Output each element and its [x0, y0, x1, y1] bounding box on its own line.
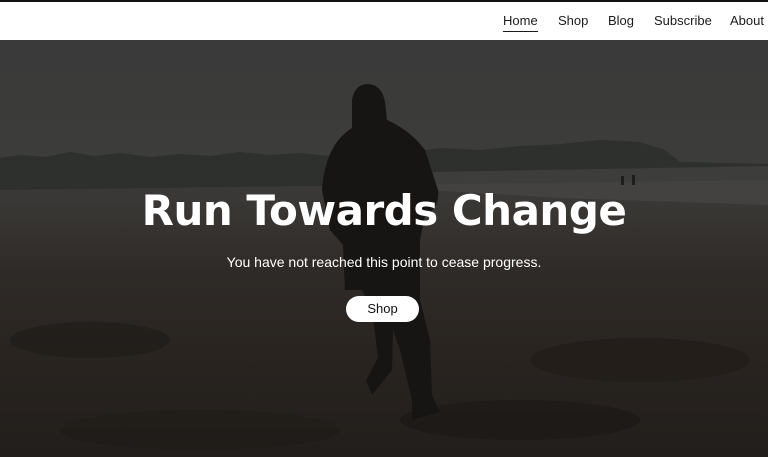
distant-figure — [632, 175, 635, 185]
nav-item-about[interactable]: About — [730, 13, 764, 29]
distant-figure — [621, 176, 624, 185]
nav-item-subscribe[interactable]: Subscribe — [654, 13, 712, 29]
sand-patch — [60, 410, 340, 450]
sand-patch — [10, 322, 170, 358]
hero-banner: Run Towards Change You have not reached … — [0, 40, 768, 457]
hero-subtitle: You have not reached this point to cease… — [226, 254, 542, 270]
top-navigation: Home Shop Blog Subscribe About — [0, 2, 768, 40]
nav-item-home[interactable]: Home — [503, 13, 538, 32]
runner-silhouette — [322, 84, 440, 420]
shop-button[interactable]: Shop — [346, 296, 419, 322]
hero-background-image — [0, 84, 768, 450]
nav-item-blog[interactable]: Blog — [608, 13, 634, 29]
nav-item-shop[interactable]: Shop — [558, 13, 588, 29]
sand-patch — [530, 338, 750, 382]
hero-title: Run Towards Change — [141, 186, 627, 235]
